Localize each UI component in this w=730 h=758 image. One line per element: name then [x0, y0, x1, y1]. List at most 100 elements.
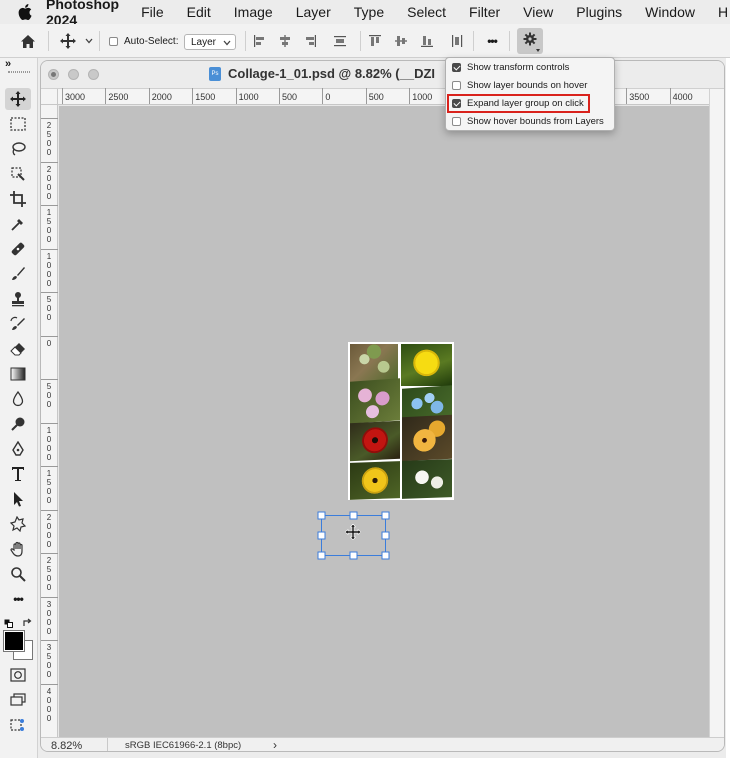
ruler-origin[interactable]	[41, 89, 58, 105]
photo-yellow-tulip[interactable]	[350, 461, 400, 500]
photo-yellow-dandelion[interactable]	[401, 344, 452, 386]
settings-gear-button[interactable]	[517, 28, 543, 54]
ruler-label: 3500	[629, 92, 650, 102]
move-tool-icon[interactable]	[5, 88, 31, 110]
ruler-tick	[41, 683, 58, 685]
quick-mask-icon[interactable]	[5, 664, 31, 686]
home-icon[interactable]	[18, 31, 38, 51]
ruler-tick	[41, 553, 58, 554]
menu-item-show-layer-bounds-on-hover[interactable]: Show layer bounds on hover	[452, 78, 587, 93]
vertical-ruler[interactable]: 2500 2000 1500 1000 500 0 500 1000 1500 2000 2500 3…	[41, 105, 58, 737]
menu-plugins[interactable]: Plugins	[576, 4, 622, 20]
menu-filter[interactable]: Filter	[469, 4, 500, 20]
marquee-tool-icon[interactable]	[5, 113, 31, 135]
gradient-tool-icon[interactable]	[5, 363, 31, 385]
edit-toolbar-button[interactable]: •••	[5, 588, 31, 610]
menu-layer[interactable]: Layer	[296, 4, 331, 20]
checkbox-unchecked[interactable]	[452, 81, 461, 90]
chevron-down-icon[interactable]	[83, 31, 95, 51]
ruler-label: 500	[46, 295, 52, 322]
apple-icon[interactable]	[18, 4, 32, 20]
vertical-scrollbar[interactable]	[709, 89, 724, 737]
minimize-window-button[interactable]	[68, 69, 79, 80]
object-selection-tool-icon[interactable]	[5, 163, 31, 185]
zoom-level[interactable]: 8.82%	[51, 740, 82, 751]
menu-window[interactable]: Window	[645, 4, 695, 20]
clone-stamp-tool-icon[interactable]	[5, 288, 31, 310]
ruler-tick	[41, 640, 58, 641]
ruler-label: 4000	[46, 686, 52, 723]
align-center-icon[interactable]	[277, 31, 293, 51]
menu-image[interactable]: Image	[234, 4, 273, 20]
ruler-tick	[41, 205, 58, 206]
ruler-tick	[41, 596, 58, 598]
separator	[107, 738, 108, 751]
move-settings-menu: Show transform controls Show layer bound…	[445, 57, 615, 131]
menu-item-label: Expand layer group on click	[467, 98, 584, 109]
auto-select-checkbox[interactable]	[107, 31, 119, 51]
menu-view[interactable]: View	[523, 4, 553, 20]
document-window: Ps Collage-1_01.psd @ 8.82% (__DZI 3000 2…	[40, 60, 725, 752]
brush-tool-icon[interactable]	[5, 263, 31, 285]
menu-item-expand-layer-group-on-click[interactable]: Expand layer group on click	[447, 94, 590, 113]
share-icon[interactable]	[5, 714, 31, 736]
align-bottom-icon[interactable]	[419, 31, 435, 51]
blur-tool-icon[interactable]	[5, 388, 31, 410]
healing-brush-tool-icon[interactable]	[5, 238, 31, 260]
path-selection-tool-icon[interactable]	[5, 488, 31, 510]
status-bar: 8.82% sRGB IEC61966-2.1 (8bpc) ›	[41, 737, 724, 751]
pen-tool-icon[interactable]	[5, 438, 31, 460]
hand-tool-icon[interactable]	[5, 538, 31, 560]
checkbox-checked[interactable]	[452, 99, 461, 108]
menu-help[interactable]: H	[718, 4, 728, 20]
more-options-button[interactable]: •••	[481, 31, 503, 51]
menu-type[interactable]: Type	[354, 4, 384, 20]
distribute-icon[interactable]	[332, 31, 348, 51]
ruler-tick	[322, 88, 324, 104]
canvas-area[interactable]	[59, 106, 709, 737]
eyedropper-tool-icon[interactable]	[5, 213, 31, 235]
align-middle-icon[interactable]	[393, 31, 409, 51]
history-brush-tool-icon[interactable]	[5, 313, 31, 335]
dodge-tool-icon[interactable]	[5, 413, 31, 435]
ruler-label: 500	[368, 92, 384, 102]
ruler-label: 2000	[46, 512, 52, 549]
ruler-tick	[41, 161, 58, 163]
checkbox-checked[interactable]	[452, 63, 461, 72]
photo-white-flowers[interactable]	[402, 459, 452, 499]
screen-mode-icon[interactable]	[5, 689, 31, 711]
ruler-label: 4000	[672, 92, 693, 102]
move-cursor-icon	[345, 524, 361, 540]
photo-pink-flowers[interactable]	[350, 378, 400, 424]
expand-panel-button[interactable]: »	[5, 58, 11, 70]
distribute-vertical-icon[interactable]	[449, 31, 465, 51]
align-top-icon[interactable]	[367, 31, 383, 51]
shape-tool-icon[interactable]	[5, 513, 31, 535]
status-menu-arrow[interactable]: ›	[273, 738, 277, 751]
zoom-tool-icon[interactable]	[5, 563, 31, 585]
collage-image[interactable]	[348, 342, 454, 500]
photo-green-leaves[interactable]	[350, 344, 398, 382]
type-tool-icon[interactable]	[5, 463, 31, 485]
crop-tool-icon[interactable]	[5, 188, 31, 210]
photo-yellow-pansy[interactable]	[402, 414, 452, 462]
lasso-tool-icon[interactable]	[5, 138, 31, 160]
align-right-icon[interactable]	[302, 31, 318, 51]
menu-edit[interactable]: Edit	[187, 4, 211, 20]
ruler-label: 2500	[46, 121, 52, 157]
foreground-color-swatch[interactable]	[3, 630, 25, 652]
auto-select-dropdown[interactable]: Layer	[184, 34, 236, 50]
photo-red-tulip[interactable]	[350, 420, 400, 462]
document-tab[interactable]: Ps Collage-1_01.psd @ 8.82% (__DZI	[41, 61, 724, 89]
menu-item-show-transform-controls[interactable]: Show transform controls	[452, 60, 569, 75]
menu-item-show-hover-bounds-from-layers[interactable]: Show hover bounds from Layers	[452, 114, 604, 129]
checkbox-unchecked[interactable]	[452, 117, 461, 126]
menu-file[interactable]: File	[141, 4, 164, 20]
ruler-tick	[41, 422, 58, 424]
align-left-icon[interactable]	[252, 31, 268, 51]
zoom-window-button[interactable]	[88, 69, 99, 80]
eraser-tool-icon[interactable]	[5, 338, 31, 360]
panel-grip[interactable]	[8, 71, 30, 73]
move-tool-icon[interactable]	[58, 31, 78, 51]
menu-select[interactable]: Select	[407, 4, 446, 20]
